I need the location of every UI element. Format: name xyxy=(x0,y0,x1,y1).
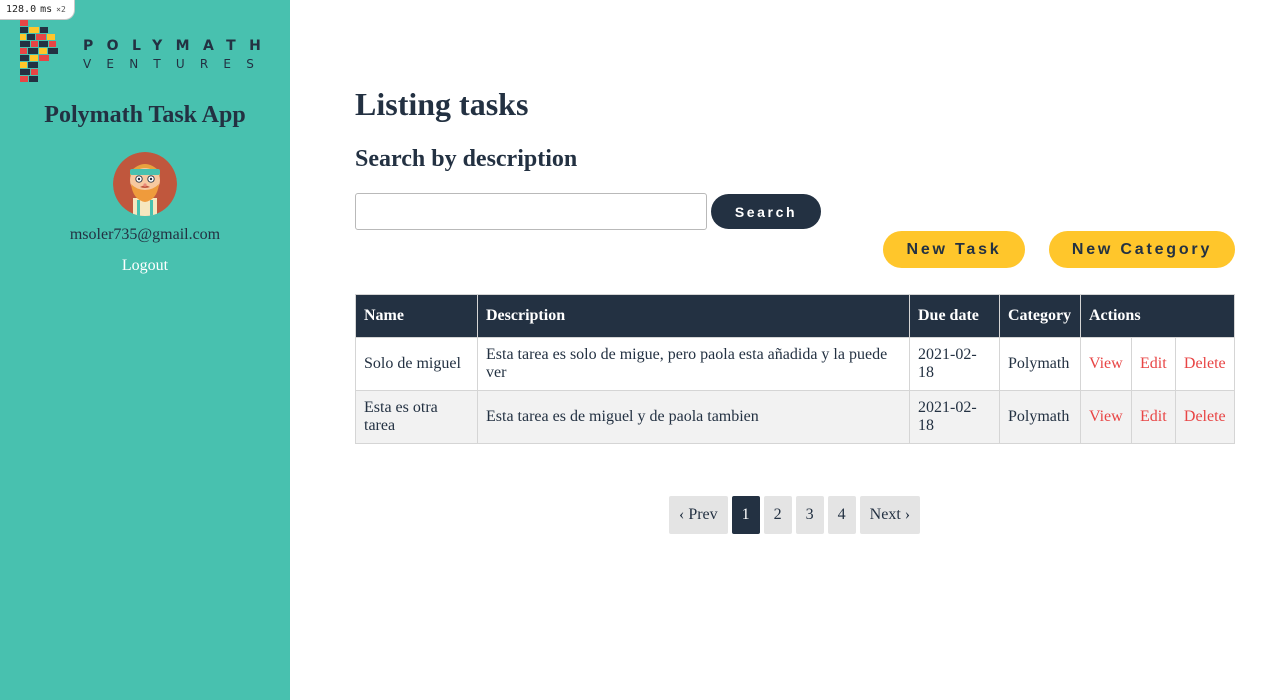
bearded-man-avatar-icon xyxy=(113,152,177,216)
table-header: Name Description Due date Category Actio… xyxy=(355,294,1235,338)
perf-unit: ms xyxy=(40,4,53,15)
pagination-page-4[interactable]: 4 xyxy=(827,496,856,534)
column-header-actions: Actions xyxy=(1080,294,1235,338)
cell-description: Esta tarea es de miguel y de paola tambi… xyxy=(477,390,910,444)
edit-link[interactable]: Edit xyxy=(1140,408,1167,425)
avatar xyxy=(113,152,177,216)
new-task-button[interactable]: New Task xyxy=(883,231,1025,268)
pagination: ‹ Prev 1 2 3 4 Next › xyxy=(669,496,921,534)
app-title: Polymath Task App xyxy=(44,102,246,128)
cell-category: Polymath xyxy=(999,390,1081,444)
column-header-due-date: Due date xyxy=(909,294,1000,338)
user-email: msoler735@gmail.com xyxy=(69,226,221,243)
main-content: Listing tasks Search by description Sear… xyxy=(290,0,1285,700)
table-body: Solo de miguel Esta tarea es solo de mig… xyxy=(355,337,1236,444)
cell-delete: Delete xyxy=(1174,337,1236,391)
edit-link[interactable]: Edit xyxy=(1140,355,1167,372)
view-link[interactable]: View xyxy=(1089,355,1123,372)
column-header-category: Category xyxy=(999,294,1081,338)
table-header-row: Name Description Due date Category Actio… xyxy=(355,294,1235,338)
polymath-logo-mark-icon xyxy=(20,20,58,82)
new-category-button[interactable]: New Category xyxy=(1049,231,1235,268)
logout-link[interactable]: Logout xyxy=(0,257,290,275)
pagination-page-1[interactable]: 1 xyxy=(731,496,760,534)
sidebar: POLYMATH VENTURES Polymath Task App msol… xyxy=(0,0,290,700)
page-title: Listing tasks xyxy=(355,86,529,122)
cell-name: Solo de miguel xyxy=(355,337,478,391)
cell-category: Polymath xyxy=(999,337,1081,391)
column-header-name: Name xyxy=(355,294,478,338)
cell-edit: Edit xyxy=(1130,337,1176,391)
search-input[interactable] xyxy=(355,193,707,230)
cell-due-date: 2021-02-18 xyxy=(909,390,1000,444)
polymath-logo[interactable]: POLYMATH VENTURES xyxy=(20,20,275,84)
pagination-page-3[interactable]: 3 xyxy=(795,496,824,534)
delete-link[interactable]: Delete xyxy=(1184,408,1226,425)
cell-edit: Edit xyxy=(1130,390,1176,444)
cell-description: Esta tarea es solo de migue, pero paola … xyxy=(477,337,910,391)
tasks-table: Name Description Due date Category Actio… xyxy=(355,294,1236,444)
cell-name: Esta es otra tarea xyxy=(355,390,478,444)
perf-value: 128.0 xyxy=(6,4,37,15)
perf-badge: 128.0 ms ×2 xyxy=(0,0,75,20)
pagination-next[interactable]: Next › xyxy=(859,496,921,534)
search-button[interactable]: Search xyxy=(711,194,821,229)
pagination-prev[interactable]: ‹ Prev xyxy=(669,496,728,534)
table-row: Solo de miguel Esta tarea es solo de mig… xyxy=(355,337,1236,391)
pagination-page-2[interactable]: 2 xyxy=(763,496,792,534)
view-link[interactable]: View xyxy=(1089,408,1123,425)
delete-link[interactable]: Delete xyxy=(1184,355,1226,372)
cell-due-date: 2021-02-18 xyxy=(909,337,1000,391)
cell-view: View xyxy=(1080,337,1132,391)
cell-delete: Delete xyxy=(1174,390,1236,444)
search-heading: Search by description xyxy=(355,146,578,172)
logo-text-ventures: VENTURES xyxy=(83,57,270,71)
cell-view: View xyxy=(1080,390,1132,444)
column-header-description: Description xyxy=(477,294,910,338)
table-row: Esta es otra tarea Esta tarea es de migu… xyxy=(355,390,1236,444)
logo-text-polymath: POLYMATH xyxy=(83,38,275,54)
perf-multiplier: ×2 xyxy=(56,5,66,14)
